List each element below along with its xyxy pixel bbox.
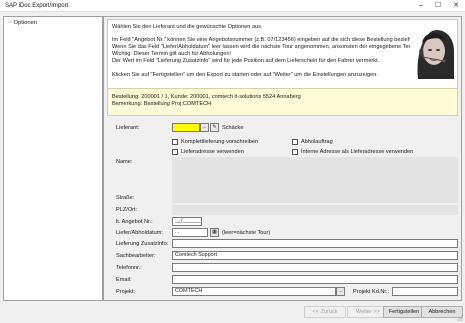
assistant-portrait-image xyxy=(410,21,456,81)
zusatzinfo-label: Lieferung Zusatzinfo: xyxy=(116,241,169,247)
finish-button[interactable]: Fertigstellen xyxy=(383,306,425,318)
maximize-icon[interactable]: ☐ xyxy=(430,0,446,12)
window-title: SAP iDoc Export/Import xyxy=(5,3,69,9)
projekt-lookup-button[interactable]: ... xyxy=(336,287,345,296)
lieferant-input[interactable] xyxy=(172,123,200,132)
nav-item-optionen[interactable]: ┈ Optionen xyxy=(8,20,37,26)
nav-item-label: Optionen xyxy=(13,20,38,26)
order-line: Bestellung: 200001 / 1, Kunde: 200001, c… xyxy=(112,94,301,100)
close-icon[interactable]: ✕ xyxy=(448,0,464,12)
strasse-label: Straße: xyxy=(116,195,135,201)
email-input[interactable] xyxy=(172,275,458,284)
edit-pencil-icon[interactable]: ✎ xyxy=(210,123,219,132)
plzort-field xyxy=(172,205,458,215)
title-bar: SAP iDoc Export/Import – ☐ ✕ xyxy=(0,0,465,12)
interne-adresse-label: Interne Adresse als Lieferadresse verwen… xyxy=(301,149,414,155)
lieferant-lookup-button[interactable]: ... xyxy=(200,123,209,132)
options-panel: Wählen Sie den Lieferant und die gewünsc… xyxy=(103,16,462,301)
info-line: Klicken Sie auf "Fertigstellen" um den E… xyxy=(112,72,378,78)
abholauftrag-checkbox[interactable] xyxy=(292,139,298,145)
info-line: Wenn Sie das Feld "Liefer/Abholdatum" le… xyxy=(112,44,422,50)
name-field xyxy=(172,157,458,193)
projekt-input[interactable]: COMTECH xyxy=(172,287,336,296)
sachbearbeiter-label: Sachbearbeiter: xyxy=(116,253,156,259)
zusatzinfo-input[interactable] xyxy=(172,239,458,248)
angebot-label: lt. Angebot Nr.: xyxy=(116,219,153,225)
plzort-label: PLZ/Ort: xyxy=(116,207,138,213)
interne-adresse-checkbox[interactable] xyxy=(292,149,298,155)
projekt-kdnr-input[interactable] xyxy=(392,287,458,296)
angebot-input[interactable]: __/______ xyxy=(172,217,202,226)
name-label: Name: xyxy=(116,159,133,165)
info-line: Wichtig: Dieser Termin gilt auch für Abh… xyxy=(112,51,231,57)
resize-grip-icon[interactable] xyxy=(457,315,463,321)
order-summary-box: Bestellung: 200001 / 1, Kunde: 200001, c… xyxy=(107,88,458,116)
info-line: Im Feld "Angebot Nr." können Sie eine An… xyxy=(112,37,414,43)
export-import-window: SAP iDoc Export/Import – ☐ ✕ ┈ Optionen W… xyxy=(0,0,465,323)
telefon-label: Telefonnr.: xyxy=(116,265,142,271)
lieferadresse-checkbox[interactable] xyxy=(172,149,178,155)
projekt-label: Projekt: xyxy=(116,289,135,295)
email-label: Email: xyxy=(116,277,132,283)
footer-bar: << Zurück Weiter >> Fertigstellen Abbrec… xyxy=(0,301,465,323)
lieferadresse-label: Lieferadresse verwenden xyxy=(181,149,244,155)
info-line: Wählen Sie den Lieferant und die gewünsc… xyxy=(112,24,263,30)
sachbearbeiter-input[interactable]: Comtech Support xyxy=(172,251,458,260)
projekt-kdnr-label: Projekt Kd.Nr.: xyxy=(353,289,390,295)
datum-label: Liefer/Abholdatum: xyxy=(116,230,163,236)
abholauftrag-label: Abholauftrag xyxy=(301,139,333,145)
order-remark: Bemerkung: Bestellung Proj:COMTECH xyxy=(112,101,212,107)
komplettlieferung-label: Komplettlieferung vorschreiben xyxy=(181,139,259,145)
lieferant-label: Lieferant: xyxy=(116,125,140,131)
back-button[interactable]: << Zurück xyxy=(304,306,346,318)
info-line: Der Wert im Feld "Lieferung Zusatzinfo" … xyxy=(112,58,380,64)
calendar-icon[interactable]: ▦ xyxy=(210,228,219,237)
komplettlieferung-checkbox[interactable] xyxy=(172,139,178,145)
strasse-field xyxy=(172,193,458,203)
tree-line-icon: ┈ xyxy=(8,20,12,26)
datum-input[interactable]: . . xyxy=(172,228,208,237)
minimize-icon[interactable]: – xyxy=(413,0,429,12)
telefon-input[interactable] xyxy=(172,263,458,272)
datum-hint: (leer=nächste Tour) xyxy=(222,230,271,236)
navigation-tree: ┈ Optionen xyxy=(3,16,103,301)
lieferant-name: Schäcke xyxy=(222,125,244,131)
